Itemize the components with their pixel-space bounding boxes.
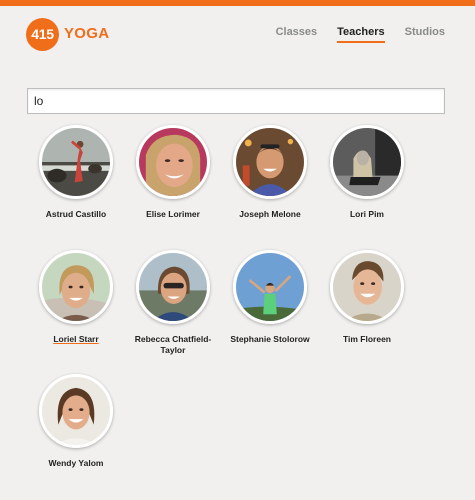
woman-short-hair-photo bbox=[42, 253, 110, 321]
teacher-name[interactable]: Lori Pim bbox=[319, 209, 415, 220]
teacher-card[interactable]: Rebecca Chatfield-Taylor bbox=[125, 250, 221, 356]
teacher-photo[interactable] bbox=[136, 125, 210, 199]
teacher-photo[interactable] bbox=[39, 250, 113, 324]
teacher-card[interactable]: Loriel Starr bbox=[28, 250, 124, 345]
teacher-name[interactable]: Loriel Starr bbox=[28, 334, 124, 345]
smiling-woman-closeup-photo bbox=[139, 128, 207, 196]
teacher-name[interactable]: Elise Lorimer bbox=[125, 209, 221, 220]
woman-sunglasses-photo bbox=[139, 253, 207, 321]
teacher-card[interactable]: Stephanie Stolorow bbox=[222, 250, 318, 345]
teacher-name[interactable]: Rebecca Chatfield-Taylor bbox=[125, 334, 221, 356]
smiling-man-sunglasses-photo bbox=[236, 128, 304, 196]
teacher-card[interactable]: Joseph Melone bbox=[222, 125, 318, 220]
teacher-grid: Astrud Castillo Elise Lorimer Joseph Mel… bbox=[0, 0, 475, 500]
smiling-woman-photo bbox=[42, 377, 110, 445]
teacher-photo[interactable] bbox=[39, 374, 113, 448]
teacher-photo[interactable] bbox=[330, 125, 404, 199]
teacher-photo[interactable] bbox=[330, 250, 404, 324]
teacher-name[interactable]: Wendy Yalom bbox=[28, 458, 124, 469]
teacher-name[interactable]: Tim Floreen bbox=[319, 334, 415, 345]
woman-black-white-photo bbox=[333, 128, 401, 196]
teacher-name[interactable]: Joseph Melone bbox=[222, 209, 318, 220]
teacher-card[interactable]: Lori Pim bbox=[319, 125, 415, 220]
woman-arms-raised-sky-photo bbox=[236, 253, 304, 321]
teacher-card[interactable]: Tim Floreen bbox=[319, 250, 415, 345]
teacher-card[interactable]: Wendy Yalom bbox=[28, 374, 124, 469]
teacher-card[interactable]: Astrud Castillo bbox=[28, 125, 124, 220]
teacher-photo[interactable] bbox=[39, 125, 113, 199]
teacher-photo[interactable] bbox=[136, 250, 210, 324]
teacher-photo[interactable] bbox=[233, 125, 307, 199]
teacher-name[interactable]: Astrud Castillo bbox=[28, 209, 124, 220]
teacher-card[interactable]: Elise Lorimer bbox=[125, 125, 221, 220]
teacher-name[interactable]: Stephanie Stolorow bbox=[222, 334, 318, 345]
beach-yoga-pose-photo bbox=[42, 128, 110, 196]
smiling-man-photo bbox=[333, 253, 401, 321]
teacher-photo[interactable] bbox=[233, 250, 307, 324]
